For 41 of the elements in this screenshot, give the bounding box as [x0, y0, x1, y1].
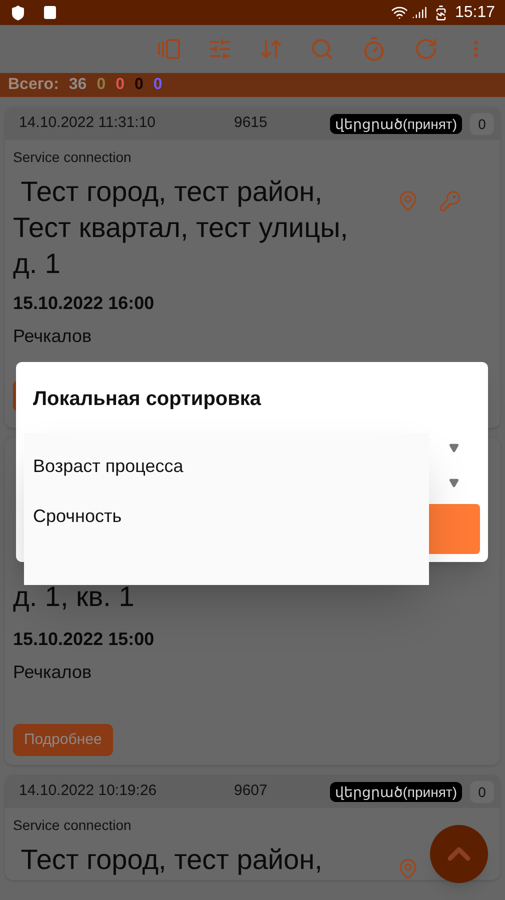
dropdown-arrow-icon[interactable]	[449, 443, 459, 453]
total-label: Всего:	[8, 75, 59, 95]
due-date: 15.10.2022 16:00	[13, 292, 156, 315]
app-notification-icon	[44, 6, 56, 19]
due-date: 15.10.2022 15:00	[13, 628, 156, 651]
dropdown-arrow-icon[interactable]	[449, 478, 459, 488]
refresh-icon[interactable]	[414, 37, 438, 61]
cards-icon[interactable]	[157, 37, 181, 61]
count: 0	[116, 75, 125, 95]
menu-item[interactable]: Срочность	[24, 491, 429, 541]
count-badge: 0	[470, 780, 494, 802]
service-type: Service connection	[13, 816, 132, 835]
sort-icon[interactable]	[259, 37, 283, 61]
count-badge: 0	[470, 112, 494, 134]
order-number: 9615	[234, 113, 268, 134]
count: 0	[134, 75, 144, 95]
service-type: Service connection	[13, 148, 132, 167]
assignee: Речкалов	[13, 325, 93, 348]
count: 36	[68, 75, 87, 95]
timestamp: 14.10.2022 11:31:10	[19, 113, 157, 134]
address: Тест город, тест район, Тест квартал, тест улицы, д. 1	[13, 175, 350, 281]
count: 0	[96, 75, 106, 95]
key-icon[interactable]	[439, 190, 461, 212]
filter-icon[interactable]	[208, 37, 232, 61]
address: д. 1, кв. 1	[13, 580, 136, 614]
map-pin-icon[interactable]	[397, 190, 419, 212]
status-badge: վերցրած(принят)	[330, 114, 462, 134]
search-icon[interactable]	[310, 37, 334, 61]
shield-icon	[10, 4, 26, 20]
signal-icon	[412, 5, 427, 20]
address: Тест город, тест район,	[20, 843, 324, 877]
order-number: 9607	[234, 781, 268, 802]
menu-item[interactable]: Возраст процесса	[24, 441, 429, 491]
count: 0	[153, 75, 162, 95]
wifi-icon	[390, 4, 408, 21]
timestamp: 14.10.2022 10:19:26	[19, 781, 158, 802]
status-badge: վերցրած(принят)	[330, 782, 462, 802]
assignee: Речкалов	[13, 661, 93, 684]
clock: 15:17	[454, 2, 495, 22]
dialog-title: Локальная сортировка	[33, 387, 262, 412]
map-pin-icon[interactable]	[397, 858, 419, 880]
